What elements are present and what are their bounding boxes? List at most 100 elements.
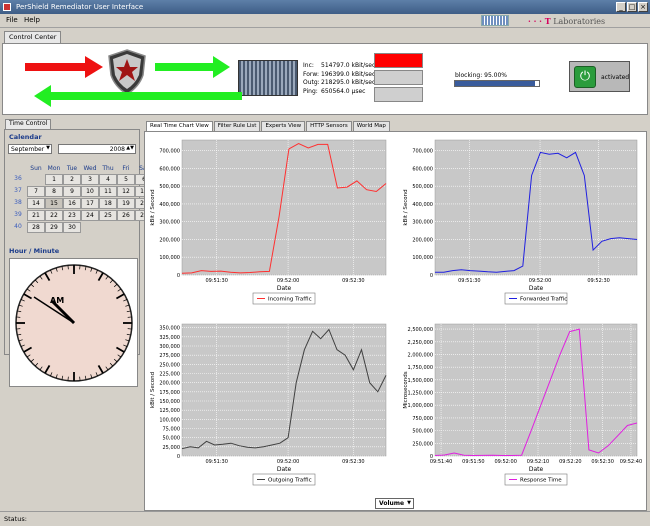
y-tick-label: 175,000 bbox=[159, 390, 180, 396]
y-tick-label: 400,000 bbox=[412, 202, 433, 208]
calendar-day[interactable]: 11 bbox=[99, 186, 117, 197]
power-icon: ⏻ bbox=[574, 66, 596, 88]
y-tick-label: 125,000 bbox=[159, 408, 180, 414]
ampm-label: AM bbox=[50, 296, 64, 305]
chart-panel: 0 100,000 200,000 300,000 400,000 500,000 600,… bbox=[144, 131, 647, 511]
y-tick-label: 500,000 bbox=[159, 184, 180, 190]
calendar-day[interactable]: 24 bbox=[81, 210, 99, 221]
calendar-day[interactable]: 3 bbox=[81, 174, 99, 185]
tab-http-sensors[interactable]: HTTP Sensors bbox=[306, 121, 352, 131]
volume-value: Volume bbox=[379, 500, 405, 507]
y-tick-label: 2,000,000 bbox=[408, 352, 433, 358]
legend-label: Outgoing Traffic bbox=[268, 478, 312, 484]
calendar-day[interactable]: 30 bbox=[63, 222, 81, 233]
y-tick-label: 1,250,000 bbox=[408, 391, 433, 397]
y-tick-label: 200,000 bbox=[159, 237, 180, 243]
blocking-progress-fill bbox=[455, 81, 535, 86]
week-header-blank bbox=[9, 165, 27, 174]
y-tick-label: 100,000 bbox=[412, 255, 433, 261]
menu-file[interactable]: File bbox=[6, 16, 18, 24]
calendar-day[interactable]: 16 bbox=[63, 198, 81, 209]
x-tick-label: 09:52:00 bbox=[277, 278, 299, 284]
y-tick-label: 25,000 bbox=[163, 445, 181, 451]
calendar-day[interactable]: 17 bbox=[81, 198, 99, 209]
menu-help[interactable]: Help bbox=[24, 16, 40, 24]
calendar-empty-cell bbox=[27, 174, 45, 185]
activate-button[interactable]: ⏻ activated bbox=[569, 61, 630, 92]
time-control-area: Time Control Calendar September ▼ 2008 ▲▼ … bbox=[4, 119, 153, 387]
minimize-button[interactable]: _ bbox=[616, 2, 626, 12]
stat-value: 218295.0 kBit/sec bbox=[321, 79, 376, 86]
calendar-day[interactable]: 1 bbox=[45, 174, 63, 185]
y-tick-label: 700,000 bbox=[412, 149, 433, 155]
calendar-day[interactable]: 28 bbox=[27, 222, 45, 233]
calendar-day[interactable]: 29 bbox=[45, 222, 63, 233]
x-tick-label: 09:52:10 bbox=[527, 459, 549, 465]
calendar-day[interactable]: 5 bbox=[117, 174, 135, 185]
calendar-day[interactable]: 23 bbox=[63, 210, 81, 221]
tab-world-map[interactable]: World Map bbox=[352, 121, 390, 131]
x-tick-label: 09:52:00 bbox=[529, 278, 551, 284]
calendar-day[interactable]: 12 bbox=[117, 186, 135, 197]
chart-4: 0250,000500,000750,0001,000,0001,250,000… bbox=[403, 323, 642, 486]
chevron-down-icon: ▼ bbox=[46, 145, 50, 151]
calendar-day[interactable]: 22 bbox=[45, 210, 63, 221]
clock-label: Hour / Minute bbox=[9, 247, 60, 255]
tab-real-time-chart[interactable]: Real Time Chart View bbox=[146, 121, 213, 131]
time-control-panel: Calendar September ▼ 2008 ▲▼ Sun Mon Tue Wed T… bbox=[4, 129, 153, 387]
y-tick-label: 1,750,000 bbox=[408, 365, 433, 371]
weekday-label: Mon bbox=[47, 165, 61, 172]
clock-panel: AM bbox=[9, 258, 138, 387]
chart-2: 0 100,000 200,000 300,000 400,000 500,000 600,… bbox=[403, 139, 638, 305]
y-axis-label: Microseconds bbox=[403, 371, 409, 408]
traffic-stats: Inc: 514797.0 kBit/sec Forw: 196399.0 kBit… bbox=[303, 62, 375, 96]
calendar-day[interactable]: 21 bbox=[27, 210, 45, 221]
weekday-label: Thu bbox=[102, 165, 114, 172]
calendar-day[interactable]: 26 bbox=[117, 210, 135, 221]
calendar-day[interactable]: 2 bbox=[63, 174, 81, 185]
month-select[interactable]: September ▼ bbox=[8, 144, 52, 154]
y-axis-label: kBit / Second bbox=[403, 189, 409, 225]
calendar-day[interactable]: 19 bbox=[117, 198, 135, 209]
close-button[interactable]: × bbox=[638, 2, 648, 12]
calendar-day[interactable]: 14 bbox=[27, 198, 45, 209]
tab-control-center[interactable]: Control Center bbox=[4, 31, 62, 43]
lab-logo-prefix: · · · T bbox=[528, 16, 551, 26]
calendar-grid: SunMonTueWedThuFriSat3612345637789101112… bbox=[9, 165, 153, 234]
y-tick-label: 350,000 bbox=[159, 326, 180, 332]
volume-select[interactable]: Volume ▼ bbox=[375, 498, 414, 509]
calendar-day[interactable]: 9 bbox=[63, 186, 81, 197]
week-number: 40 bbox=[14, 223, 22, 230]
status-label: Status: bbox=[4, 515, 27, 523]
calendar-day[interactable]: 10 bbox=[81, 186, 99, 197]
maximize-button[interactable]: □ bbox=[627, 2, 637, 12]
tab-experts-view[interactable]: Experts View bbox=[261, 121, 306, 131]
year-spinner[interactable]: 2008 ▲▼ bbox=[58, 144, 136, 154]
y-tick-label: 100,000 bbox=[159, 255, 180, 261]
y-tick-label: 300,000 bbox=[159, 220, 180, 226]
analog-clock[interactable]: AM bbox=[10, 259, 137, 386]
calendar-day[interactable]: 8 bbox=[45, 186, 63, 197]
tab-time-control[interactable]: Time Control bbox=[5, 119, 52, 129]
y-tick-label: 0 bbox=[430, 273, 433, 279]
calendar-day[interactable]: 15 bbox=[45, 198, 63, 209]
y-tick-label: 0 bbox=[177, 273, 180, 279]
y-tick-label: 2,500,000 bbox=[408, 327, 433, 333]
y-tick-label: 300,000 bbox=[159, 344, 180, 350]
x-tick-label: 09:51:50 bbox=[462, 459, 484, 465]
stat-label: Outg: bbox=[303, 79, 320, 86]
title-bar: PerShield Remediator User Interface _ □ … bbox=[0, 0, 650, 14]
x-tick-label: 09:52:30 bbox=[342, 278, 364, 284]
tab-filter-rule-list[interactable]: Filter Rule List bbox=[213, 121, 261, 131]
stat-label: Ping: bbox=[303, 87, 318, 95]
calendar-day[interactable]: 18 bbox=[99, 198, 117, 209]
calendar-day[interactable]: 25 bbox=[99, 210, 117, 221]
partner-logo bbox=[481, 15, 509, 26]
x-tick-label: 09:52:30 bbox=[591, 459, 613, 465]
calendar-day[interactable]: 4 bbox=[99, 174, 117, 185]
y-tick-label: 100,000 bbox=[159, 417, 180, 423]
calendar-day[interactable]: 7 bbox=[27, 186, 45, 197]
stat-label: Forw: bbox=[303, 70, 319, 78]
calendar-empty-cell bbox=[99, 222, 117, 233]
x-tick-label: 09:51:30 bbox=[205, 459, 227, 465]
